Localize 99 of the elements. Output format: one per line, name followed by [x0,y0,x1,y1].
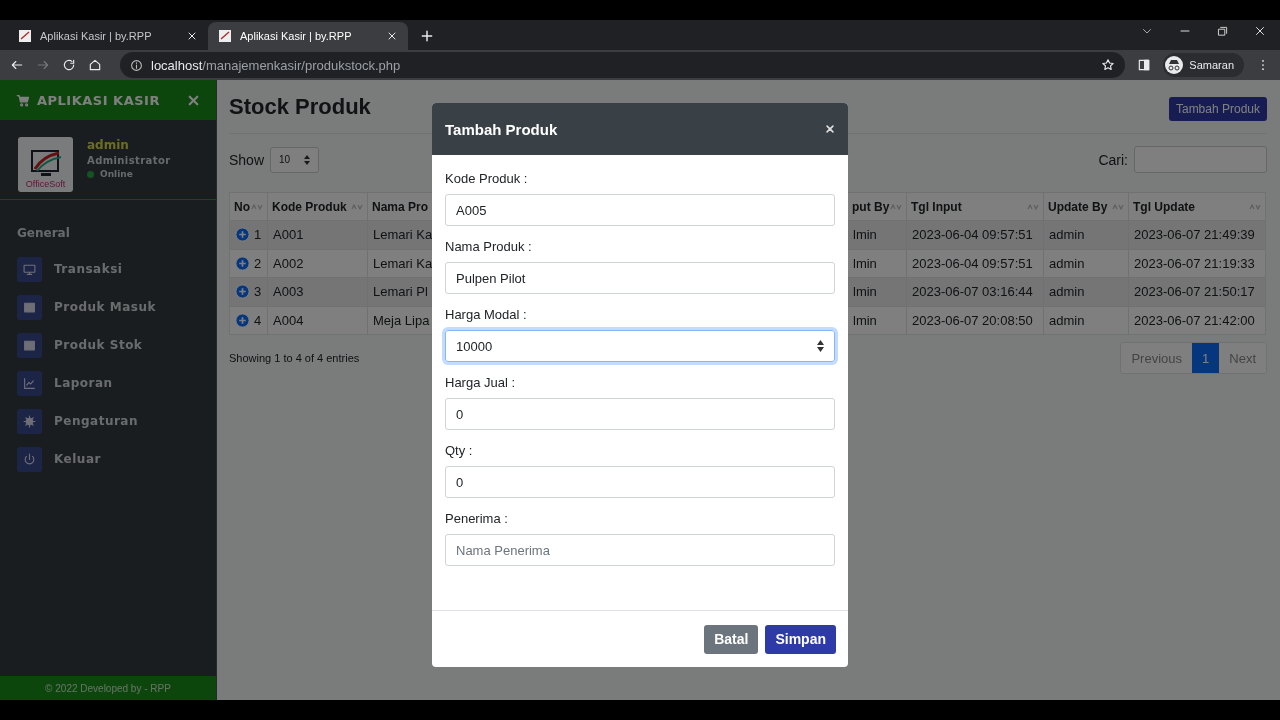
close-icon[interactable] [1254,25,1266,37]
page-button[interactable]: 1 [1192,343,1220,373]
close-icon[interactable] [825,124,835,134]
expand-icon[interactable] [235,255,250,271]
table-cell: 1 [229,220,268,249]
table-cell: lmin [847,277,907,306]
expand-icon[interactable] [235,227,250,243]
table-cell: 4 [229,306,268,335]
field-label: Qty : [445,443,474,458]
new-tab-icon[interactable] [420,29,434,43]
table-cell: 2 [229,249,268,278]
box-icon [23,300,36,314]
page-button[interactable]: Previous [1121,343,1193,373]
footer-text: © 2022 Developed by - RPP [0,676,216,700]
expand-icon[interactable] [235,284,250,300]
table-cell: 2023-06-07 03:16:44 [906,277,1044,306]
gear-icon [23,414,36,428]
power-icon [23,452,36,466]
input-field[interactable]: 10000 [445,330,835,362]
table-cell: lmin [847,306,907,335]
brand-title: APLIKASI KASIR [37,92,161,108]
add-product-button[interactable]: Tambah Produk [1168,97,1267,121]
table-cell: 2023-06-04 09:57:51 [906,249,1044,278]
close-icon[interactable] [186,30,198,42]
user-role: Administrator [87,155,171,166]
page-title: Stock Produk [229,94,371,120]
table-cell: 2023-06-07 20:08:50 [906,306,1044,335]
input-field[interactable]: 0 [445,398,835,430]
column-header[interactable]: No [229,192,268,221]
page-button[interactable]: Next [1219,343,1266,373]
table-cell: admin [1043,249,1129,278]
table-cell: A002 [267,249,368,278]
table-cell: lmin [847,249,907,278]
table-cell: admin [1043,306,1129,335]
field-label: Penerima : [445,511,509,526]
home-icon[interactable] [88,58,102,72]
favicon-icon [18,29,32,43]
chart-icon [23,376,36,390]
table-cell: 2023-06-07 21:19:33 [1128,249,1266,278]
page-length-select[interactable]: 10 [270,146,320,173]
entries-info: Showing 1 to 4 of 4 entries [229,352,360,364]
restore-icon[interactable] [1217,25,1228,37]
sidebar-item[interactable]: Keluar [0,440,216,478]
table-cell: 3 [229,277,268,306]
table-cell: 2023-06-04 09:57:51 [906,220,1044,249]
table-cell: 2023-06-07 21:42:00 [1128,306,1266,335]
user-name: admin [87,138,130,152]
sidebar-item[interactable]: Transaksi [0,250,216,288]
incognito-icon [1165,56,1184,74]
table-cell: A001 [267,220,368,249]
field-label: Kode Produk : [445,171,529,186]
logo: OfficeSoft [18,137,73,192]
cancel-button[interactable]: Batal [704,624,759,654]
monitor-icon [23,262,36,276]
table-cell: A004 [267,306,368,335]
table-cell: 2023-06-07 21:49:39 [1128,220,1266,249]
field-label: Harga Modal : [445,307,528,322]
expand-icon[interactable] [235,312,250,328]
url-text: localhost/manajemenkasir/produkstock.php [151,57,401,73]
show-label: Show [229,151,265,168]
sidebar-item[interactable]: Produk Masuk [0,288,216,326]
info-icon [130,58,143,72]
section-title: General [16,225,71,242]
field-label: Harga Jual : [445,375,517,390]
table-cell: A003 [267,277,368,306]
address-bar[interactable]: localhost/manajemenkasir/produkstock.php [120,52,1126,78]
favicon-icon [218,29,232,43]
search-field[interactable] [1134,146,1267,173]
table-cell: admin [1043,277,1129,306]
column-header[interactable]: Kode Produk [267,192,368,221]
column-header[interactable]: Update By [1043,192,1129,221]
table-cell: 2023-06-07 21:50:17 [1128,277,1266,306]
star-icon[interactable] [1101,58,1116,72]
sidebar-item[interactable]: Pengaturan [0,402,216,440]
sidebar-item[interactable]: Laporan [0,364,216,402]
column-header[interactable]: Tgl Update [1128,192,1266,221]
table-cell: lmin [847,220,907,249]
column-header[interactable]: put By [847,192,907,221]
input-field[interactable]: Pulpen Pilot [445,262,835,294]
sort-icon [304,154,311,165]
cart-icon [16,92,31,108]
input-field[interactable]: A005 [445,194,835,226]
table-cell: admin [1043,220,1129,249]
browser-tab[interactable]: Aplikasi Kasir | by.RPP [208,22,408,50]
sidebar-item[interactable]: Produk Stok [0,326,216,364]
input-field[interactable]: Nama Penerima [445,534,835,566]
column-header[interactable]: Tgl Input [906,192,1044,221]
profile-button[interactable]: Samaran [1163,53,1244,77]
input-field[interactable]: 0 [445,466,835,498]
user-status: Online [87,169,171,179]
modal-title: Tambah Produk [445,120,558,138]
back-icon[interactable] [10,58,24,72]
spinner-icon[interactable] [817,340,824,352]
save-button[interactable]: Simpan [765,624,836,654]
reload-icon[interactable] [62,58,76,72]
side-panel-icon[interactable] [1137,58,1152,72]
close-icon[interactable] [386,30,398,42]
box-icon [23,338,36,352]
search-label: Cari: [1098,151,1128,168]
